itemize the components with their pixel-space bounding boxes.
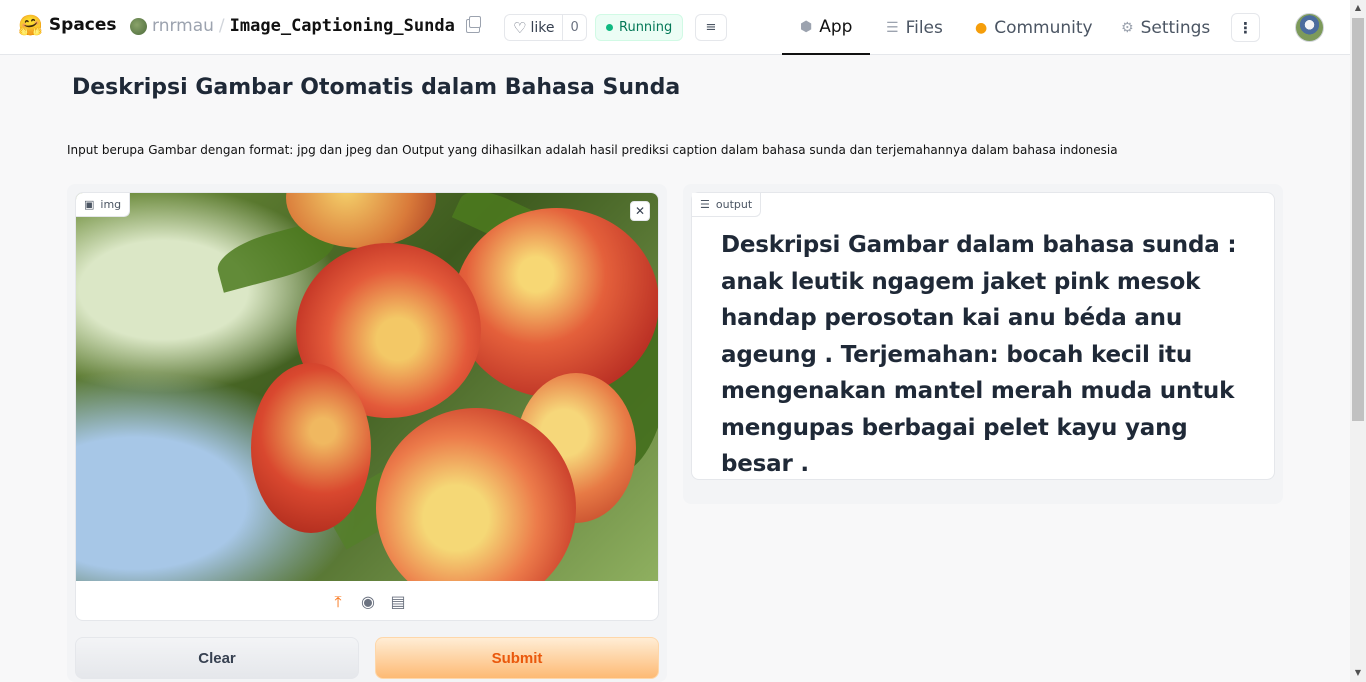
clear-button[interactable]: Clear xyxy=(75,637,359,679)
scroll-up-icon[interactable]: ▲ xyxy=(1353,3,1363,13)
status-label: Running xyxy=(619,20,673,35)
app-description: Input berupa Gambar dengan format: jpg d… xyxy=(67,143,1118,157)
status-badge[interactable]: Running xyxy=(595,14,684,41)
list-icon: ≡ xyxy=(705,20,717,35)
breadcrumb-separator: / xyxy=(218,16,225,36)
output-textbox: ☰ output Deskripsi Gambar dalam bahasa s… xyxy=(691,192,1275,480)
tab-app-label: App xyxy=(819,16,853,37)
repo-breadcrumb: rnrmau / Image_Captioning_Sunda xyxy=(130,16,481,36)
tab-community-label: Community xyxy=(994,17,1093,38)
queue-button[interactable]: ≡ xyxy=(695,14,727,41)
copy-icon[interactable] xyxy=(465,16,481,33)
text-icon: ☰ xyxy=(700,198,710,211)
image-source-bar: ⤒ ◉ ▤ xyxy=(76,581,658,620)
vertical-dots-icon: ⋮ xyxy=(1238,18,1253,37)
tab-app[interactable]: ⬢ App xyxy=(782,0,871,55)
gear-icon: ⚙ xyxy=(1121,19,1134,36)
tab-files[interactable]: ☰ Files xyxy=(886,0,943,55)
remove-image-button[interactable]: ✕ xyxy=(630,201,650,221)
user-avatar[interactable] xyxy=(1295,13,1324,42)
page-title: Deskripsi Gambar Otomatis dalam Bahasa S… xyxy=(72,75,681,100)
top-header: 🤗 Spaces rnrmau / Image_Captioning_Sunda… xyxy=(0,0,1350,55)
scroll-down-icon[interactable]: ▼ xyxy=(1353,668,1363,678)
community-icon: ● xyxy=(975,19,988,36)
output-text: Deskripsi Gambar dalam bahasa sunda : an… xyxy=(721,232,1237,477)
upload-icon[interactable]: ⤒ xyxy=(329,592,347,612)
image-icon: ▣ xyxy=(84,198,95,211)
tab-community[interactable]: ● Community xyxy=(975,0,1093,55)
tab-files-label: Files xyxy=(905,17,943,38)
like-button[interactable]: ♡ like 0 xyxy=(504,14,587,41)
image-label-badge: ▣ img xyxy=(76,193,131,217)
files-icon: ☰ xyxy=(886,19,899,36)
scrollbar-thumb[interactable] xyxy=(1352,18,1364,421)
owner-avatar xyxy=(130,17,147,35)
heart-icon: ♡ xyxy=(513,18,527,37)
submit-button[interactable]: Submit xyxy=(375,637,659,679)
image-label: img xyxy=(100,198,122,211)
owner-link[interactable]: rnrmau xyxy=(152,16,214,36)
clipboard-icon[interactable]: ▤ xyxy=(389,592,407,611)
image-input[interactable]: ▣ img ✕ ⤒ ◉ ▤ xyxy=(75,192,659,621)
spaces-label: Spaces xyxy=(48,15,117,35)
more-menu-button[interactable]: ⋮ xyxy=(1231,13,1260,42)
uploaded-image xyxy=(76,193,658,581)
output-label: output xyxy=(715,198,753,211)
spaces-logo[interactable]: 🤗 Spaces xyxy=(18,15,117,35)
like-count: 0 xyxy=(562,15,585,40)
status-dot-icon xyxy=(606,24,613,31)
output-label-badge: ☰ output xyxy=(692,193,762,217)
tab-settings[interactable]: ⚙ Settings xyxy=(1121,0,1210,55)
hugging-face-icon: 🤗 xyxy=(18,13,43,37)
cube-icon: ⬢ xyxy=(800,18,813,35)
repo-name-link[interactable]: Image_Captioning_Sunda xyxy=(230,16,455,36)
tab-settings-label: Settings xyxy=(1140,17,1211,38)
webcam-icon[interactable]: ◉ xyxy=(359,592,377,611)
close-icon: ✕ xyxy=(634,204,646,218)
like-label: like xyxy=(530,19,555,36)
